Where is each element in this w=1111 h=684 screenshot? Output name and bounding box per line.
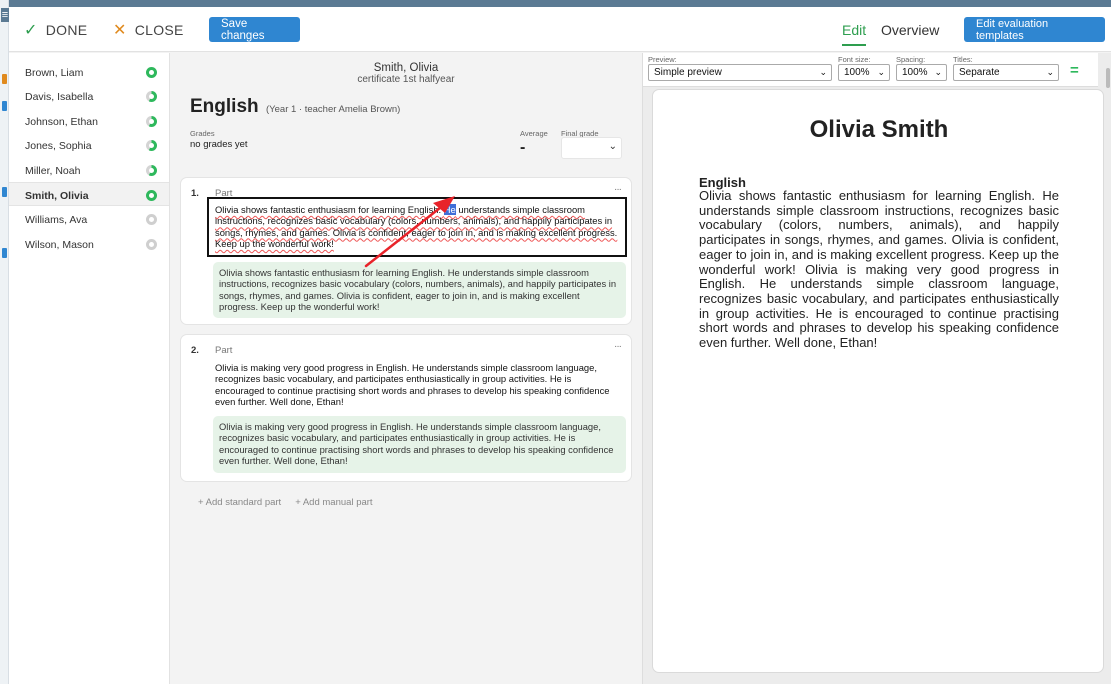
part-number: 2. — [191, 345, 199, 356]
preview-value: Simple preview — [654, 67, 722, 78]
student-item[interactable]: Davis, Isabella — [9, 84, 169, 108]
student-item[interactable]: Johnson, Ethan — [9, 109, 169, 133]
evaluation-dialog: ✓ DONE ✕ CLOSE Save changes Edit Overvie… — [9, 7, 1111, 684]
student-name: Davis, Isabella — [25, 91, 94, 103]
close-icon: ✕ — [113, 22, 127, 39]
preview-label: Preview: — [648, 55, 677, 64]
status-empty-icon — [146, 214, 157, 225]
close-button[interactable]: ✕ CLOSE — [113, 19, 184, 41]
titles-value: Separate — [959, 67, 1000, 78]
preview-text: Olivia shows fantastic enthusiasm for le… — [699, 188, 1059, 351]
edit-evaluation-templates-button[interactable]: Edit evaluation templates — [964, 17, 1105, 42]
template-suggestion[interactable]: Olivia is making very good progress in E… — [213, 416, 626, 473]
preview-page: Olivia Smith English Olivia shows fantas… — [652, 89, 1104, 673]
student-name: Wilson, Mason — [25, 239, 94, 251]
average-value: - — [520, 139, 526, 156]
preview-student-name: Olivia Smith — [809, 116, 949, 143]
check-icon: ✓ — [24, 22, 38, 39]
status-partial-icon — [146, 116, 157, 127]
tab-edit[interactable]: Edit — [842, 22, 867, 46]
add-manual-part-link[interactable]: + Add manual part — [295, 497, 372, 508]
background-marker — [2, 248, 7, 258]
spacing-select[interactable]: 100% ⌄ — [896, 64, 947, 81]
student-item[interactable]: Williams, Ava — [9, 207, 169, 231]
template-suggestion[interactable]: Olivia shows fantastic enthusiasm for le… — [213, 262, 626, 318]
chevron-down-icon: ⌄ — [934, 67, 942, 77]
status-complete-icon — [146, 67, 157, 78]
font-size-select[interactable]: 100% ⌄ — [838, 64, 890, 81]
part-card: 1. Part ··· Olivia shows fantastic enthu… — [180, 177, 632, 325]
font-size-label: Font size: — [838, 55, 871, 64]
preview-controls: Preview: Simple preview ⌄ Font size: 100… — [643, 53, 1098, 87]
average-label: Average — [520, 129, 548, 138]
grades-label: Grades — [190, 129, 215, 138]
background-marker — [2, 187, 7, 197]
student-list: Brown, Liam Davis, Isabella Johnson, Eth… — [9, 53, 170, 684]
chevron-down-icon: ⌄ — [877, 67, 885, 77]
selected-text: He — [443, 204, 456, 215]
subject-title: English — [190, 96, 259, 117]
part-text[interactable]: Olivia is making very good progress in E… — [215, 362, 621, 407]
student-item[interactable]: Wilson, Mason — [9, 232, 169, 256]
menu-icon[interactable]: ≡ — [1, 8, 9, 22]
student-heading: Smith, Olivia — [373, 62, 439, 74]
font-size-value: 100% — [844, 67, 870, 78]
student-name: Miller, Noah — [25, 165, 81, 177]
preview-panel: Preview: Simple preview ⌄ Font size: 100… — [642, 53, 1111, 684]
save-changes-button[interactable]: Save changes — [209, 17, 300, 42]
grades-value: no grades yet — [190, 139, 248, 150]
status-partial-icon — [146, 91, 157, 102]
preview-select[interactable]: Simple preview ⌄ — [648, 64, 832, 81]
done-label: DONE — [45, 22, 88, 38]
subject-info: (Year 1 · teacher Amelia Brown) — [266, 104, 401, 115]
evaluation-editor: Smith, Olivia certificate 1st halfyear E… — [170, 53, 642, 684]
status-partial-icon — [146, 165, 157, 176]
done-button[interactable]: ✓ DONE — [24, 19, 87, 41]
part-text-editor[interactable]: Olivia shows fantastic enthusiasm for le… — [207, 197, 627, 257]
part-text: Olivia shows fantastic enthusiasm for le… — [215, 204, 619, 249]
background-app-strip: ≡ — [0, 0, 9, 684]
student-name: Smith, Olivia — [25, 190, 89, 202]
part-number: 1. — [191, 188, 199, 199]
close-label: CLOSE — [134, 22, 184, 38]
final-grade-select[interactable]: ⌄ — [561, 137, 622, 159]
part-title: Part — [215, 345, 233, 356]
student-name: Johnson, Ethan — [25, 116, 98, 128]
chevron-down-icon: ⌄ — [819, 67, 827, 77]
scrollbar[interactable] — [1106, 68, 1110, 88]
add-standard-part-link[interactable]: + Add standard part — [198, 497, 281, 508]
more-options-icon[interactable]: ··· — [614, 184, 622, 195]
status-complete-icon — [146, 190, 157, 201]
titles-select[interactable]: Separate ⌄ — [953, 64, 1059, 81]
tab-overview[interactable]: Overview — [881, 22, 939, 38]
student-name: Jones, Sophia — [25, 140, 92, 152]
chevron-down-icon: ⌄ — [1046, 67, 1054, 77]
student-name: Brown, Liam — [25, 67, 84, 79]
student-item[interactable]: Brown, Liam — [9, 60, 169, 84]
student-name: Williams, Ava — [25, 214, 88, 226]
spacing-value: 100% — [902, 67, 928, 78]
toolbar: ✓ DONE ✕ CLOSE Save changes Edit Overvie… — [9, 7, 1111, 52]
status-partial-icon — [146, 140, 157, 151]
spacing-label: Spacing: — [896, 55, 926, 64]
part-card: 2. Part ··· Olivia is making very good p… — [180, 334, 632, 482]
background-marker — [2, 101, 7, 111]
student-item-selected[interactable]: Smith, Olivia — [9, 182, 169, 206]
more-options-icon[interactable]: ··· — [614, 341, 622, 352]
certificate-label: certificate 1st halfyear — [357, 74, 455, 85]
titles-label: Titles: — [953, 55, 973, 64]
add-part-links: + Add standard part + Add manual part — [198, 497, 373, 508]
text-before-selection: Olivia shows fantastic enthusiasm for le… — [215, 204, 444, 215]
menu-icon[interactable]: = — [1070, 62, 1079, 79]
chevron-down-icon: ⌄ — [608, 141, 617, 152]
student-item[interactable]: Jones, Sophia — [9, 133, 169, 157]
student-item[interactable]: Miller, Noah — [9, 158, 169, 182]
background-marker — [2, 74, 7, 84]
status-empty-icon — [146, 239, 157, 250]
